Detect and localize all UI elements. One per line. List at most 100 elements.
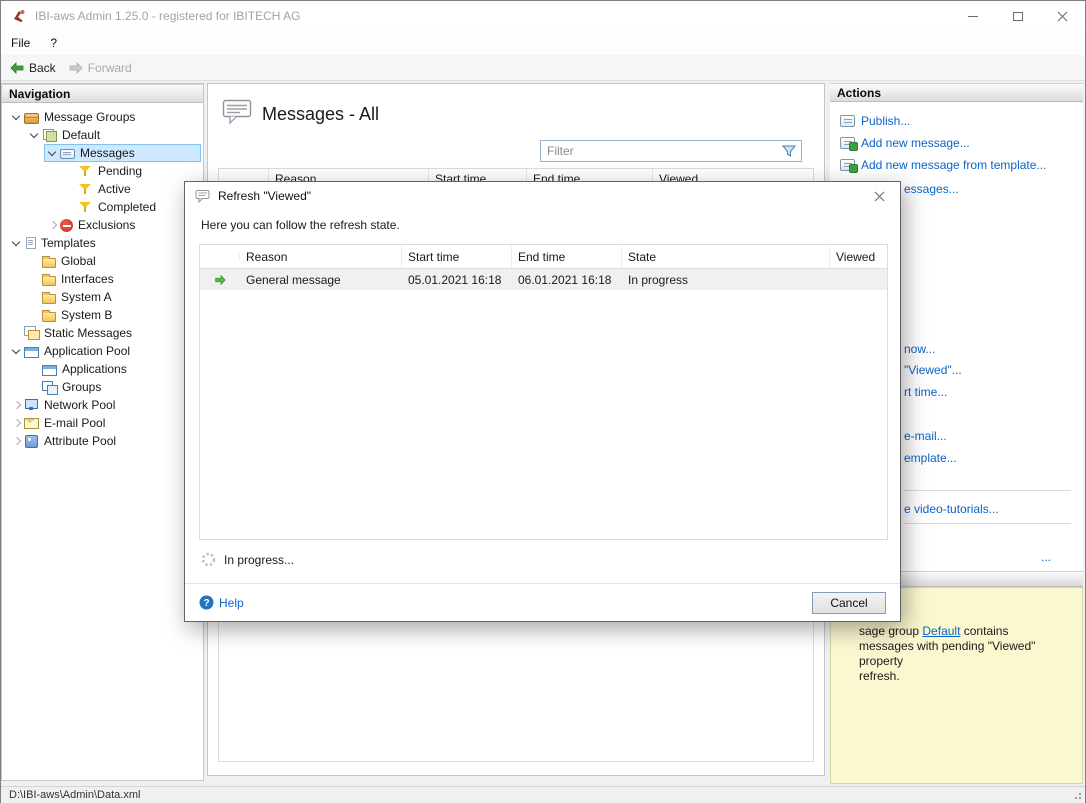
column-icon[interactable]: [200, 253, 240, 261]
exclusions-icon: [60, 219, 73, 232]
sidebar-item-system-a[interactable]: System A: [26, 288, 201, 306]
toolbar: Back Forward: [1, 55, 1085, 81]
back-button[interactable]: Back: [5, 57, 64, 79]
chevron-down-icon[interactable]: [8, 109, 24, 125]
info-text-line3: refresh.: [859, 669, 1070, 684]
sidebar-item-email-pool[interactable]: E-mail Pool: [8, 414, 201, 432]
status-bar: D:\IBI-aws\Admin\Data.xml: [1, 786, 1085, 803]
close-button[interactable]: [1040, 2, 1085, 31]
sidebar-item-default[interactable]: Default: [26, 126, 201, 144]
action-fragment-viewed[interactable]: "Viewed"...: [904, 363, 962, 377]
info-text: sage group: [859, 624, 922, 638]
action-fragment-messages[interactable]: essages...: [904, 182, 959, 196]
maximize-button[interactable]: [995, 2, 1040, 31]
sidebar-item-templates[interactable]: Templates: [8, 234, 201, 252]
sidebar-item-static-messages[interactable]: Static Messages: [8, 324, 201, 342]
chevron-right-icon[interactable]: [8, 415, 24, 431]
resize-grip[interactable]: [1079, 797, 1081, 799]
sidebar-item-interfaces[interactable]: Interfaces: [26, 270, 201, 288]
chevron-down-icon[interactable]: [26, 127, 42, 143]
cell-state: In progress: [622, 271, 830, 289]
dialog-title: Refresh "Viewed": [218, 189, 864, 203]
chevron-down-icon[interactable]: [8, 343, 24, 359]
cell-end-time: 06.01.2021 16:18: [512, 271, 622, 289]
sidebar-item-groups[interactable]: Groups: [26, 378, 201, 396]
chevron-down-icon[interactable]: [8, 235, 24, 251]
action-fragment-ellipsis[interactable]: ...: [1041, 550, 1051, 564]
attribute-pool-icon: [24, 434, 39, 448]
message-group-icon: [42, 128, 57, 142]
spinner-icon: [201, 552, 216, 567]
dialog-title-bar[interactable]: Refresh "Viewed": [185, 182, 900, 210]
chevron-right-icon[interactable]: [8, 433, 24, 449]
action-fragment-email[interactable]: e-mail...: [904, 429, 947, 443]
action-fragment-start-time[interactable]: rt time...: [904, 385, 947, 399]
maximize-icon: [1013, 12, 1023, 21]
sidebar-item-global[interactable]: Global: [26, 252, 201, 270]
action-add-new-message[interactable]: Add new message...: [830, 132, 1083, 154]
info-text: contains: [960, 624, 1008, 638]
funnel-icon: [78, 164, 93, 178]
info-text-line1: sage group Default contains: [859, 624, 1070, 639]
messages-page-icon: [222, 98, 254, 126]
sidebar-item-completed[interactable]: Completed: [62, 198, 201, 216]
forward-label: Forward: [88, 61, 132, 75]
menu-help[interactable]: ?: [40, 32, 67, 54]
minimize-button[interactable]: [950, 2, 995, 31]
app-icon: [11, 8, 27, 24]
action-publish[interactable]: Publish...: [830, 110, 1083, 132]
sidebar-item-network-pool[interactable]: Network Pool: [8, 396, 201, 414]
table-row[interactable]: General message 05.01.2021 16:18 06.01.2…: [200, 269, 887, 290]
action-fragment-video-tutorials[interactable]: e video-tutorials...: [904, 502, 999, 516]
action-add-message-from-template[interactable]: Add new message from template...: [830, 154, 1083, 176]
help-link[interactable]: ? Help: [199, 595, 244, 610]
forward-button[interactable]: Forward: [64, 57, 140, 79]
sidebar-item-attribute-pool[interactable]: Attribute Pool: [8, 432, 201, 450]
add-message-template-icon: [840, 159, 855, 171]
sidebar-item-active[interactable]: Active: [62, 180, 201, 198]
cell-reason: General message: [240, 271, 402, 289]
sidebar-item-application-pool[interactable]: Application Pool: [8, 342, 201, 360]
action-fragment-now[interactable]: now...: [904, 342, 935, 356]
dialog-status-text: In progress...: [224, 553, 294, 567]
chevron-spacer: [8, 325, 24, 341]
forward-arrow-icon: [68, 60, 84, 76]
column-start-time[interactable]: Start time: [402, 246, 512, 268]
cancel-button[interactable]: Cancel: [812, 592, 886, 614]
chevron-right-icon[interactable]: [44, 217, 60, 233]
sidebar-item-messages[interactable]: Messages: [44, 144, 201, 162]
action-label: Add new message from template...: [861, 158, 1046, 172]
refresh-viewed-dialog: Refresh "Viewed" Here you can follow the…: [184, 181, 901, 622]
default-group-link[interactable]: Default: [922, 624, 960, 638]
sidebar-item-applications[interactable]: Applications: [26, 360, 201, 378]
sidebar-item-label: Message Groups: [44, 110, 135, 124]
sidebar-item-message-groups[interactable]: Message Groups: [8, 108, 201, 126]
column-reason[interactable]: Reason: [240, 246, 402, 268]
sidebar-item-label: System A: [61, 290, 112, 304]
sidebar-item-label: Interfaces: [61, 272, 114, 286]
filter-input[interactable]: [541, 144, 782, 158]
close-icon: [1057, 11, 1068, 22]
cell-start-time: 05.01.2021 16:18: [402, 271, 512, 289]
chevron-right-icon[interactable]: [8, 397, 24, 413]
column-state[interactable]: State: [622, 246, 830, 268]
refresh-state-table: Reason Start time End time State Viewed …: [199, 244, 888, 540]
dialog-footer: ? Help Cancel: [185, 583, 900, 621]
sidebar-item-exclusions[interactable]: Exclusions: [44, 216, 201, 234]
sidebar-item-system-b[interactable]: System B: [26, 306, 201, 324]
action-label: Publish...: [861, 114, 910, 128]
sidebar-item-label: E-mail Pool: [44, 416, 105, 430]
groups-icon: [42, 380, 57, 394]
dialog-close-button[interactable]: [864, 185, 894, 207]
action-fragment-template[interactable]: emplate...: [904, 451, 957, 465]
navigation-tree: Message Groups Default Messages Pending …: [2, 103, 203, 450]
messages-icon: [60, 149, 75, 159]
menu-file[interactable]: File: [1, 32, 40, 54]
column-end-time[interactable]: End time: [512, 246, 622, 268]
chevron-down-icon[interactable]: [44, 145, 60, 161]
status-path: D:\IBI-aws\Admin\Data.xml: [9, 789, 140, 801]
column-viewed[interactable]: Viewed: [830, 246, 887, 268]
folder-icon: [42, 294, 56, 304]
sidebar-item-pending[interactable]: Pending: [62, 162, 201, 180]
templates-icon: [26, 237, 36, 249]
